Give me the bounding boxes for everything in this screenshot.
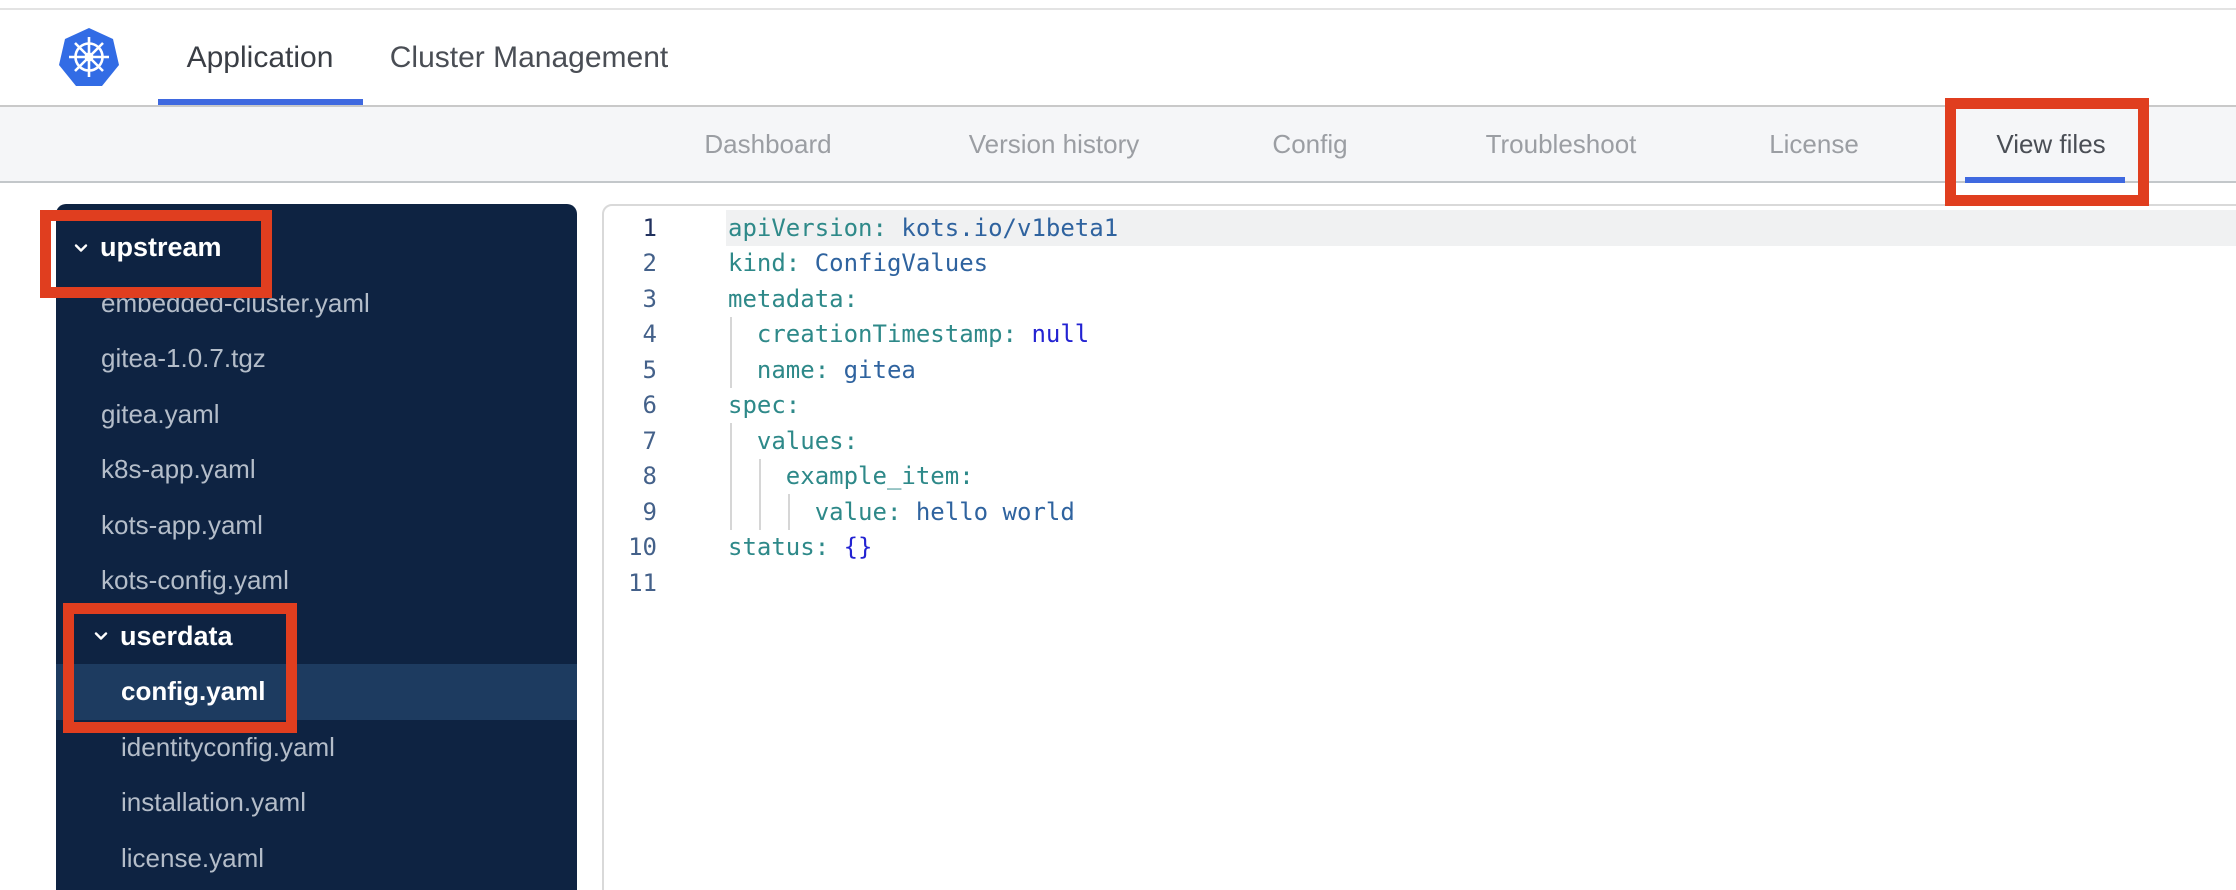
tree-folder-upstream[interactable]: upstream <box>56 220 577 276</box>
line-number: 4 <box>642 320 657 349</box>
tab-config[interactable]: Config <box>1272 107 1347 181</box>
line-number: 1 <box>642 213 657 242</box>
code-line-text: apiVersion: kots.io/v1beta1 <box>728 213 1119 242</box>
tree-file-license.yaml[interactable]: license.yaml <box>56 831 577 887</box>
tree-item-label: license.yaml <box>121 842 265 873</box>
tab-license[interactable]: License <box>1769 107 1859 181</box>
tab-cluster-management[interactable]: Cluster Management <box>390 10 668 105</box>
tab-view-files[interactable]: View files <box>1996 107 2105 181</box>
tree-item-label: kots-config.yaml <box>101 565 289 596</box>
code-line: 4 creationTimestamp: null <box>604 316 2236 352</box>
tab-dashboard[interactable]: Dashboard <box>704 107 831 181</box>
tree-file-gitea-1.0.7.tgz[interactable]: gitea-1.0.7.tgz <box>56 331 577 387</box>
tree-file-embedded-cluster.yaml[interactable]: embedded-cluster.yaml <box>56 276 577 332</box>
code-line: 8 example_item: <box>604 458 2236 494</box>
tree-item-label: gitea.yaml <box>101 398 220 429</box>
code-line: 9 value: hello world <box>604 494 2236 530</box>
code-line: 5 name: gitea <box>604 352 2236 388</box>
tree-file-identityconfig.yaml[interactable]: identityconfig.yaml <box>56 720 577 776</box>
code-line-text: creationTimestamp: null <box>756 320 1090 349</box>
line-number: 9 <box>642 497 657 526</box>
line-number: 7 <box>642 426 657 455</box>
tree-file-gitea.yaml[interactable]: gitea.yaml <box>56 387 577 443</box>
code-line: 11 <box>604 565 2236 601</box>
tree-item-label: k8s-app.yaml <box>101 454 256 485</box>
tree-item-label: config.yaml <box>121 676 266 707</box>
tree-item-label: identityconfig.yaml <box>121 731 335 762</box>
code-line: 6 spec: <box>604 388 2236 424</box>
tree-file-kots-config.yaml[interactable]: kots-config.yaml <box>56 553 577 609</box>
code-line-text: metadata: <box>728 284 859 313</box>
active-nav-underline <box>1965 177 2125 183</box>
code-editor[interactable]: 1 apiVersion: kots.io/v1beta1 2 kind: Confi… <box>602 204 2236 890</box>
code-line: 10 status: {} <box>604 530 2236 566</box>
code-line: 7 values: <box>604 423 2236 459</box>
line-number: 5 <box>642 355 657 384</box>
tree-item-label: embedded-cluster.yaml <box>101 287 370 318</box>
code-line: 3 metadata: <box>604 281 2236 317</box>
code-line-text: name: gitea <box>756 355 916 384</box>
kubernetes-logo-icon <box>57 27 121 89</box>
app-nav-bar: Dashboard Version history Config Trouble… <box>0 107 2236 183</box>
tree-item-label: installation.yaml <box>121 787 306 818</box>
tree-item-label: kots-app.yaml <box>101 509 263 540</box>
tree-file-kots-app.yaml[interactable]: kots-app.yaml <box>56 498 577 554</box>
kots-admin-console: Application Cluster Management Dashboard… <box>0 0 2236 890</box>
line-number: 2 <box>642 249 657 278</box>
code-line-text: example_item: <box>785 462 974 491</box>
code-line-text: value: hello world <box>814 497 1075 526</box>
active-tab-underline <box>158 99 363 105</box>
file-tree-sidebar: upstream embedded-cluster.yaml gitea-1.0.7… <box>56 204 577 890</box>
tab-troubleshoot[interactable]: Troubleshoot <box>1486 107 1637 181</box>
top-bar: Application Cluster Management <box>0 10 2236 107</box>
code-line: 2 kind: ConfigValues <box>604 246 2236 282</box>
code-line-text: values: <box>756 426 859 455</box>
tab-version-history[interactable]: Version history <box>969 107 1140 181</box>
chevron-down-icon[interactable] <box>92 627 110 645</box>
tree-file-installation.yaml[interactable]: installation.yaml <box>56 775 577 831</box>
tree-item-label: upstream <box>100 232 222 263</box>
code-line-text: spec: <box>728 391 801 420</box>
tree-file-config.yaml[interactable]: config.yaml <box>56 664 577 720</box>
tab-application[interactable]: Application <box>187 10 334 105</box>
tree-file-k8s-app.yaml[interactable]: k8s-app.yaml <box>56 442 577 498</box>
line-number: 8 <box>642 462 657 491</box>
code-line: 1 apiVersion: kots.io/v1beta1 <box>604 210 2236 246</box>
line-number: 11 <box>628 568 657 597</box>
line-number: 10 <box>628 533 657 562</box>
chevron-down-icon[interactable] <box>72 239 90 257</box>
line-number: 3 <box>642 284 657 313</box>
code-line-text: status: {} <box>728 533 873 562</box>
tree-item-label: userdata <box>120 620 233 651</box>
line-number: 6 <box>642 391 657 420</box>
tree-folder-userdata[interactable]: userdata <box>56 609 577 665</box>
code-line-text: kind: ConfigValues <box>728 249 989 278</box>
tree-item-label: gitea-1.0.7.tgz <box>101 343 266 374</box>
